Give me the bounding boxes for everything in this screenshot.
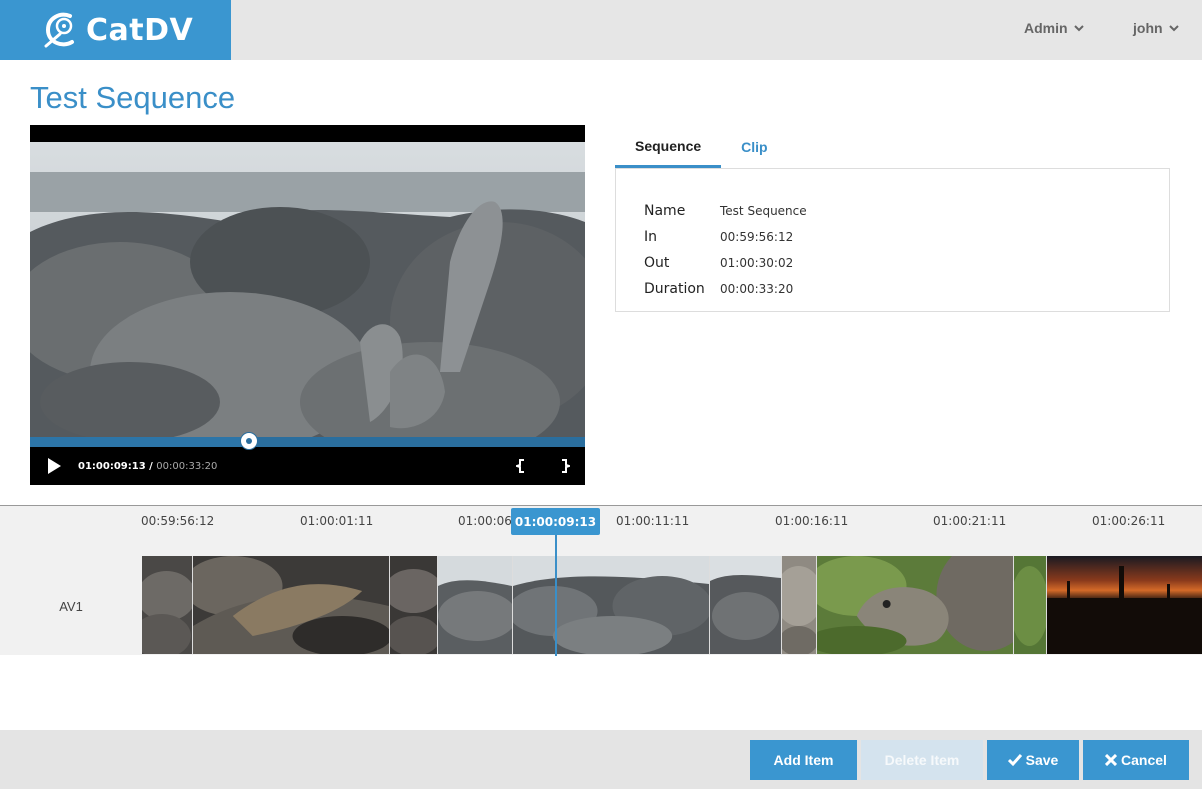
clip-thumbnail[interactable] — [142, 556, 193, 654]
ruler-tick: 01:00:11:11 — [616, 514, 690, 528]
tab-clip[interactable]: Clip — [721, 126, 787, 168]
user-menu[interactable]: john — [1133, 20, 1179, 36]
close-icon — [1105, 754, 1118, 766]
clip-thumbnail[interactable] — [193, 556, 390, 654]
tab-sequence[interactable]: Sequence — [615, 126, 722, 168]
footer-bar: Add Item Delete Item Save Cancel — [0, 730, 1202, 789]
total-time: 00:00:33:20 — [156, 461, 218, 472]
sequence-details-panel: Name Test Sequence In 00:59:56:12 Out 01… — [615, 168, 1170, 312]
chevron-down-icon — [1168, 25, 1179, 32]
track-label: AV1 — [59, 598, 83, 614]
save-label: Save — [1025, 752, 1059, 768]
detail-tabs: Sequence Clip — [615, 126, 788, 168]
detail-row-out: Out 01:00:30:02 — [644, 255, 793, 271]
delete-item-label: Delete Item — [884, 752, 960, 768]
add-item-label: Add Item — [773, 752, 834, 768]
video-frame[interactable] — [30, 142, 585, 445]
clip-thumbnail[interactable] — [782, 556, 817, 654]
video-player[interactable]: 01:00:09:13 / 00:00:33:20 — [30, 125, 585, 485]
detail-value: Test Sequence — [720, 204, 807, 218]
detail-row-in: In 00:59:56:12 — [644, 229, 793, 245]
catdv-logo[interactable]: CatDV — [0, 0, 231, 60]
current-time: 01:00:09:13 — [78, 461, 146, 472]
delete-item-button[interactable]: Delete Item — [861, 740, 983, 780]
page-title: Test Sequence — [30, 80, 236, 115]
clip-thumbnail[interactable] — [1014, 556, 1047, 654]
progress-track[interactable] — [30, 437, 585, 447]
clip-thumbnail[interactable] — [817, 556, 1014, 654]
playhead-time-badge[interactable]: 01:00:09:13 — [511, 508, 600, 535]
ruler-tick: 01:00:26:11 — [1092, 514, 1166, 528]
clip-thumbnail[interactable] — [513, 556, 710, 654]
ruler-tick: 01:00:21:11 — [933, 514, 1007, 528]
detail-row-name: Name Test Sequence — [644, 203, 807, 219]
ruler-tick: 00:59:56:12 — [141, 514, 215, 528]
ruler-tick: 01:00:16:11 — [775, 514, 849, 528]
clip-thumbnail[interactable] — [1047, 556, 1202, 654]
detail-row-duration: Duration 00:00:33:20 — [644, 281, 793, 297]
detail-label: In — [644, 229, 658, 245]
detail-label: Out — [644, 255, 670, 271]
timeline-ruler[interactable]: 00:59:56:12 01:00:01:11 01:00:06: 01:00:… — [0, 506, 1202, 556]
admin-menu-label: Admin — [1024, 20, 1068, 36]
time-separator: / — [145, 461, 157, 472]
cancel-button[interactable]: Cancel — [1083, 740, 1189, 780]
clip-thumbnail[interactable] — [710, 556, 782, 654]
mark-in-icon[interactable] — [516, 458, 528, 474]
cancel-label: Cancel — [1121, 752, 1167, 768]
ruler-tick: 01:00:01:11 — [300, 514, 374, 528]
chevron-down-icon — [1073, 25, 1084, 32]
detail-label: Duration — [644, 281, 705, 297]
film-reel-icon — [44, 12, 74, 48]
detail-value: 00:59:56:12 — [720, 230, 794, 244]
add-item-button[interactable]: Add Item — [750, 740, 857, 780]
play-icon[interactable] — [46, 457, 62, 475]
progress-fill — [30, 437, 250, 447]
timecode-display: 01:00:09:13 / 00:00:33:20 — [78, 461, 217, 472]
clip-thumbnail[interactable] — [438, 556, 513, 654]
user-menu-label: john — [1133, 20, 1163, 36]
detail-value: 00:00:33:20 — [720, 282, 794, 296]
checkmark-icon — [1007, 754, 1022, 767]
timeline[interactable]: 00:59:56:12 01:00:01:11 01:00:06: 01:00:… — [0, 505, 1202, 656]
ruler-tick: 01:00:06: — [458, 514, 516, 528]
save-button[interactable]: Save — [987, 740, 1079, 780]
logo-text: CatDV — [86, 12, 194, 48]
top-bar: CatDV Admin john — [0, 0, 1202, 60]
playhead-line — [555, 534, 557, 656]
detail-value: 01:00:30:02 — [720, 256, 794, 270]
mark-out-icon[interactable] — [558, 458, 570, 474]
admin-menu[interactable]: Admin — [1024, 20, 1084, 36]
clip-thumbnail[interactable] — [390, 556, 438, 654]
detail-label: Name — [644, 203, 686, 219]
track-av1-clips[interactable] — [142, 556, 1202, 654]
